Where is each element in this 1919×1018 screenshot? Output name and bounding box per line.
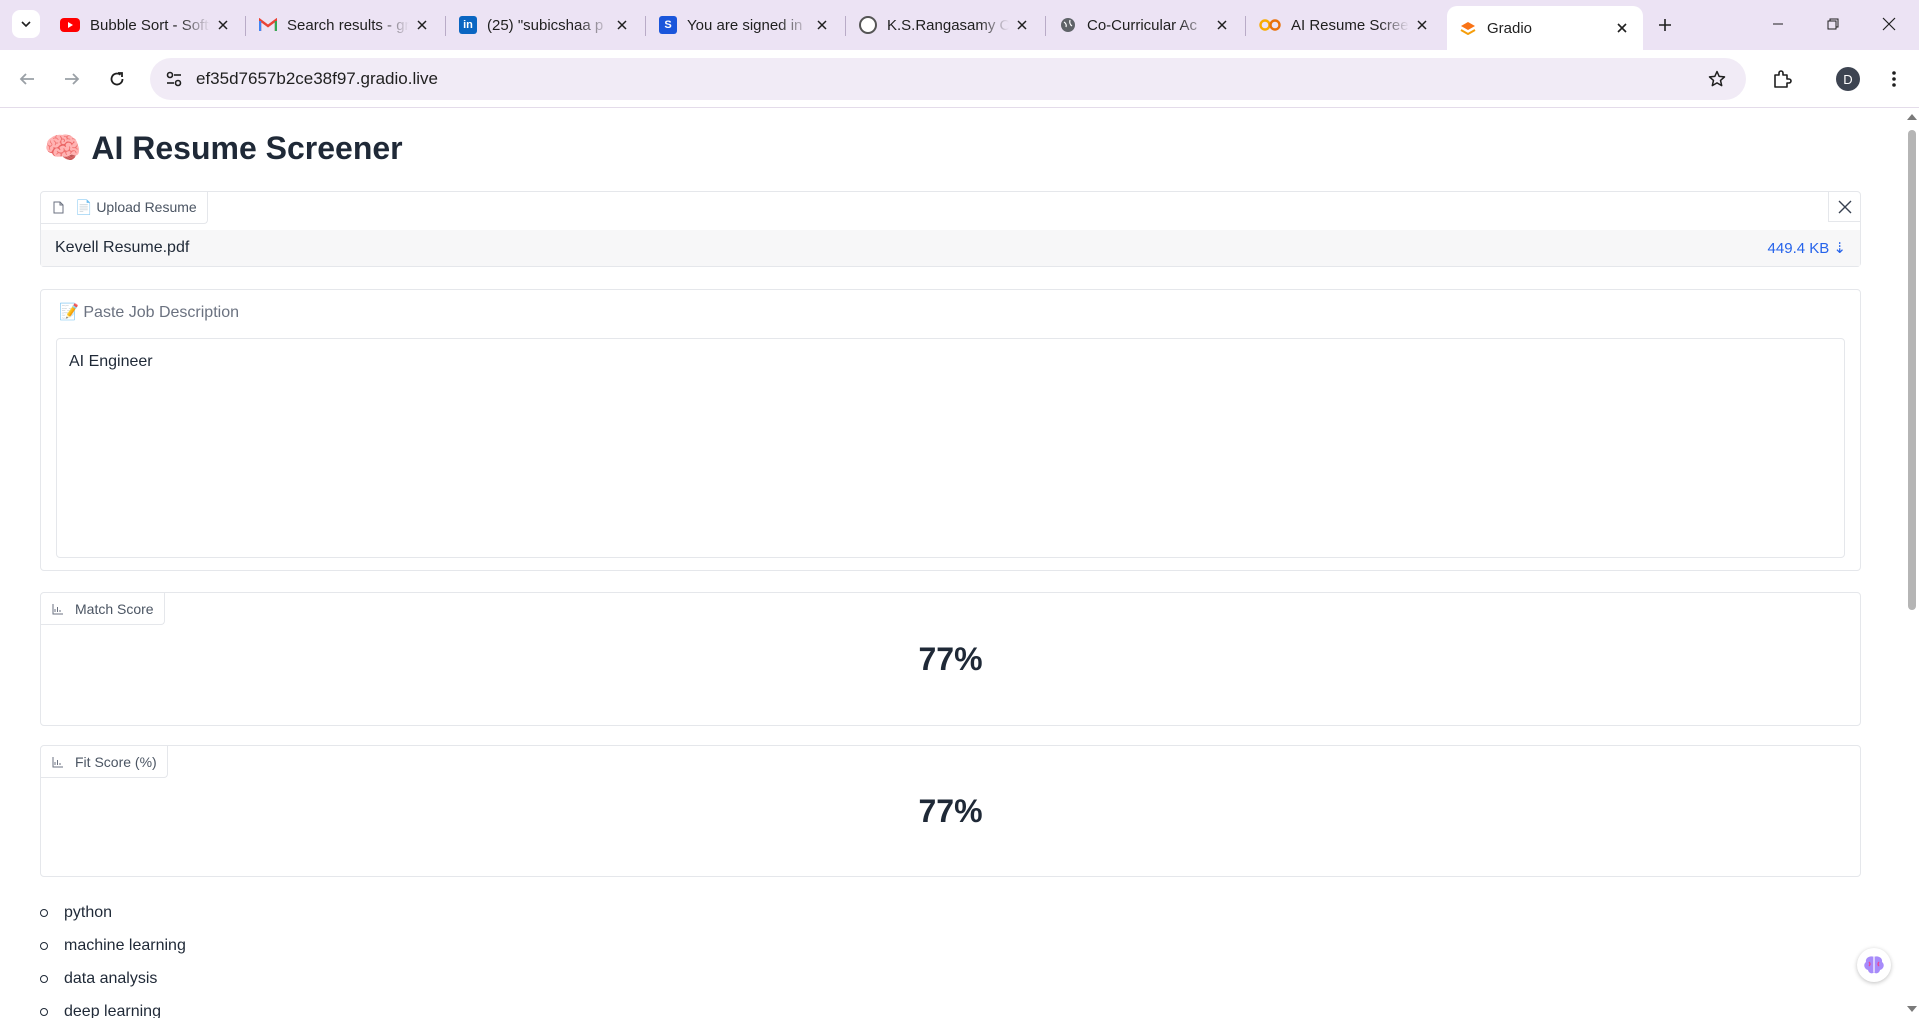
tab-separator [645, 16, 646, 36]
list-item: data analysis [40, 962, 186, 995]
close-icon[interactable] [1013, 16, 1031, 34]
browser-tab[interactable]: S You are signed in [647, 6, 843, 44]
fit-score-block: Fit Score (%) 77% [40, 745, 1861, 877]
skills-list: python machine learning data analysis de… [40, 896, 186, 1018]
tab-title: Co-Curricular Ac [1087, 16, 1198, 34]
globe-icon [1059, 16, 1077, 34]
page-scrollbar[interactable] [1904, 108, 1919, 1018]
address-bar[interactable]: ef35d7657b2ce38f97.gradio.live [150, 58, 1746, 100]
minimize-icon [1773, 23, 1783, 25]
linkedin-icon: in [459, 16, 477, 34]
list-item: python [40, 896, 186, 929]
upload-resume-label-text: 📄 Upload Resume [75, 199, 197, 215]
uploaded-file-row: Kevell Resume.pdf 449.4 KB ⇣ [41, 230, 1860, 266]
clear-file-button[interactable] [1828, 192, 1860, 222]
close-icon[interactable] [613, 16, 631, 34]
close-icon[interactable] [1213, 16, 1231, 34]
gmail-icon [259, 16, 277, 34]
list-item: machine learning [40, 929, 186, 962]
brain-icon[interactable] [1857, 948, 1891, 982]
scrollbar-thumb[interactable] [1908, 130, 1916, 610]
tune-icon [166, 71, 182, 87]
tab-title: (25) "subicshaa p [487, 16, 604, 34]
tab-separator [845, 16, 846, 36]
browser-tabstrip: Bubble Sort - Software Search results - … [0, 0, 1919, 50]
browser-toolbar: ef35d7657b2ce38f97.gradio.live D [0, 50, 1919, 108]
tab-separator [1245, 16, 1246, 36]
close-icon [1882, 17, 1896, 31]
reload-button[interactable] [102, 64, 132, 94]
star-icon [1708, 70, 1726, 87]
page-title: 🧠 AI Resume Screener [44, 130, 403, 167]
job-description-textarea[interactable]: AI Engineer [56, 338, 1845, 558]
forward-button[interactable] [57, 64, 87, 94]
scroll-up-icon[interactable] [1907, 114, 1917, 120]
list-item: deep learning [40, 995, 186, 1018]
upload-resume-block: 📄 Upload Resume Kevell Resume.pdf 449.4 … [40, 191, 1861, 267]
tab-title: AI Resume Scree [1291, 16, 1409, 34]
plus-icon [1659, 19, 1671, 31]
browser-tab[interactable]: Bubble Sort - Software [48, 6, 244, 44]
match-score-block: Match Score 77% [40, 592, 1861, 726]
tab-title: Gradio [1487, 19, 1533, 37]
youtube-icon [60, 18, 80, 32]
arrow-left-icon [19, 73, 34, 85]
fit-score-value: 77% [918, 792, 983, 829]
arrow-right-icon [65, 73, 80, 85]
url-text[interactable]: ef35d7657b2ce38f97.gradio.live [196, 69, 438, 89]
extensions-button[interactable] [1768, 65, 1796, 93]
close-icon[interactable] [1413, 16, 1431, 34]
job-description-block: 📝 Paste Job Description AI Engineer [40, 289, 1861, 571]
close-icon [1838, 200, 1851, 213]
browser-tab[interactable]: Search results - gmail [247, 6, 443, 44]
back-button[interactable] [12, 64, 42, 94]
window-close-button[interactable] [1866, 8, 1912, 40]
browser-tab[interactable]: K.S.Rangasamy C [847, 6, 1043, 44]
file-download-link[interactable]: 449.4 KB ⇣ [1768, 239, 1846, 257]
gradio-icon [1459, 19, 1477, 37]
close-icon[interactable] [813, 16, 831, 34]
scroll-down-icon[interactable] [1907, 1006, 1917, 1012]
match-score-value: 77% [918, 640, 983, 677]
tab-separator [245, 16, 246, 36]
colab-icon [1259, 16, 1281, 34]
tab-title: You are signed in [687, 16, 803, 34]
reload-icon [110, 72, 124, 86]
restore-icon [1827, 18, 1839, 30]
college-icon [859, 16, 877, 34]
chevron-down-icon [21, 21, 31, 28]
upload-resume-label: 📄 Upload Resume [41, 192, 208, 224]
file-icon [51, 201, 65, 215]
tab-separator [1045, 16, 1046, 36]
browser-tab[interactable]: in (25) "subicshaa p [447, 6, 643, 44]
tab-title: Bubble Sort - Software [90, 16, 210, 34]
tab-search-button[interactable] [12, 10, 40, 38]
site-info-button[interactable] [160, 65, 188, 93]
browser-menu-button[interactable] [1880, 65, 1908, 93]
s-icon: S [659, 16, 677, 34]
page-viewport: 🧠 AI Resume Screener 📄 Upload Resume Kev… [0, 108, 1904, 1018]
restore-button[interactable] [1810, 8, 1856, 40]
browser-tab[interactable]: AI Resume Scree [1247, 6, 1443, 44]
brain-icon: 🧠 [44, 132, 82, 165]
close-icon[interactable] [214, 16, 232, 34]
file-name: Kevell Resume.pdf [55, 239, 190, 256]
more-vertical-icon [1892, 71, 1896, 87]
browser-tab-active[interactable]: Gradio [1447, 6, 1643, 50]
browser-tab[interactable]: Co-Curricular Ac [1047, 6, 1243, 44]
puzzle-icon [1774, 70, 1792, 88]
tab-title: K.S.Rangasamy C [887, 16, 1009, 34]
bookmark-button[interactable] [1704, 66, 1730, 92]
page-title-text: AI Resume Screener [91, 130, 403, 166]
minimize-button[interactable] [1755, 8, 1801, 40]
close-icon[interactable] [1613, 19, 1631, 37]
tab-separator [445, 16, 446, 36]
profile-avatar[interactable]: D [1836, 67, 1860, 91]
tab-title: Search results - gmail [287, 16, 409, 34]
close-icon[interactable] [413, 16, 431, 34]
job-description-label: 📝 Paste Job Description [59, 304, 239, 321]
new-tab-button[interactable] [1651, 11, 1679, 39]
